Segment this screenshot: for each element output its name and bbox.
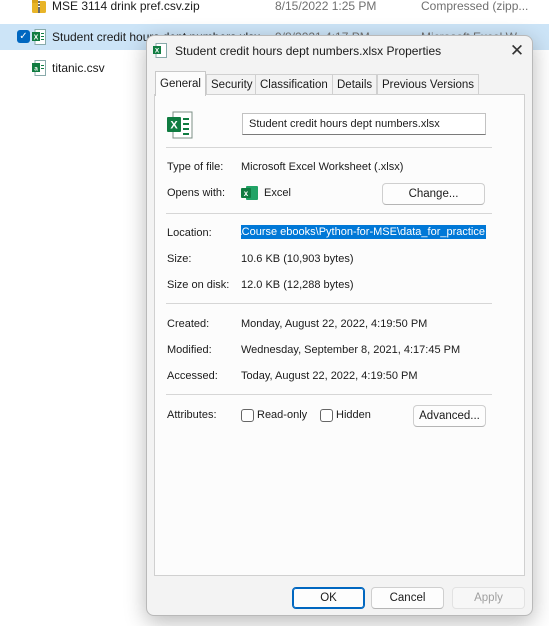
filename-input[interactable]: Student credit hours dept numbers.xlsx	[242, 113, 486, 135]
type-label: Type of file:	[167, 161, 224, 173]
tab-general[interactable]: General	[155, 71, 206, 96]
tab-previous-versions[interactable]: Previous Versions	[377, 74, 480, 95]
excel-file-icon: X	[153, 43, 167, 58]
type-value: Microsoft Excel Worksheet (.xlsx)	[241, 161, 404, 173]
zip-folder-icon	[32, 0, 46, 13]
tab-security[interactable]: Security	[206, 74, 258, 95]
hidden-checkbox[interactable]	[320, 409, 333, 422]
divider	[166, 394, 492, 395]
divider	[166, 147, 492, 148]
change-button[interactable]: Change...	[382, 183, 485, 205]
svg-text:X: X	[34, 35, 39, 42]
size-value: 10.6 KB (10,903 bytes)	[241, 253, 354, 265]
dialog-title: Student credit hours dept numbers.xlsx P…	[175, 44, 442, 58]
created-label: Created:	[167, 318, 210, 330]
created-value: Monday, August 22, 2022, 4:19:50 PM	[241, 318, 428, 330]
divider	[166, 213, 492, 214]
opens-with-label: Opens with:	[167, 187, 226, 199]
excel-app-icon: x	[241, 186, 258, 200]
checkbox-checked-icon[interactable]: ✓	[17, 30, 30, 43]
close-icon[interactable]: ✕	[505, 40, 529, 62]
svg-text:X: X	[170, 120, 178, 132]
svg-text:a: a	[34, 66, 38, 73]
dialog-titlebar[interactable]: X Student credit hours dept numbers.xlsx…	[147, 36, 532, 66]
file-name: titanic.csv	[52, 61, 105, 75]
location-value[interactable]: \Course ebooks\Python-for-MSE\data_for_p…	[241, 225, 486, 239]
csv-file-icon: a	[32, 60, 46, 76]
tab-details[interactable]: Details	[332, 74, 378, 95]
readonly-checkbox[interactable]	[241, 409, 254, 422]
ok-button[interactable]: OK	[292, 587, 365, 609]
cancel-button[interactable]: Cancel	[371, 587, 444, 609]
location-label: Location:	[167, 227, 212, 239]
file-row-zip[interactable]: MSE 3114 drink pref.csv.zip 8/15/2022 1:…	[0, 0, 549, 19]
accessed-label: Accessed:	[167, 370, 218, 382]
general-panel: X Student credit hours dept numbers.xlsx…	[154, 94, 525, 576]
dialog-button-bar: OK Cancel Apply	[147, 580, 532, 616]
excel-file-icon: X	[32, 29, 46, 45]
size-label: Size:	[167, 253, 192, 265]
svg-text:X: X	[155, 48, 160, 55]
modified-label: Modified:	[167, 344, 212, 356]
accessed-value: Today, August 22, 2022, 4:19:50 PM	[241, 370, 418, 382]
file-type: Compressed (zipp...	[421, 0, 529, 13]
modified-value: Wednesday, September 8, 2021, 4:17:45 PM	[241, 344, 461, 356]
svg-text:x: x	[244, 189, 249, 198]
readonly-label[interactable]: Read-only	[257, 409, 307, 421]
properties-dialog: X Student credit hours dept numbers.xlsx…	[146, 35, 533, 616]
size-on-disk-value: 12.0 KB (12,288 bytes)	[241, 279, 354, 291]
tab-classification[interactable]: Classification	[255, 74, 333, 95]
excel-file-large-icon: X	[167, 111, 193, 139]
opens-with-value: Excel	[264, 187, 291, 199]
divider	[166, 303, 492, 304]
size-on-disk-label: Size on disk:	[167, 279, 230, 291]
advanced-button[interactable]: Advanced...	[413, 405, 486, 427]
attributes-label: Attributes:	[167, 409, 217, 421]
apply-button[interactable]: Apply	[452, 587, 525, 609]
hidden-label[interactable]: Hidden	[336, 409, 371, 421]
file-name: MSE 3114 drink pref.csv.zip	[52, 0, 200, 13]
location-field[interactable]: \Course ebooks\Python-for-MSE\data_for_p…	[241, 225, 486, 239]
file-date: 8/15/2022 1:25 PM	[275, 0, 377, 13]
